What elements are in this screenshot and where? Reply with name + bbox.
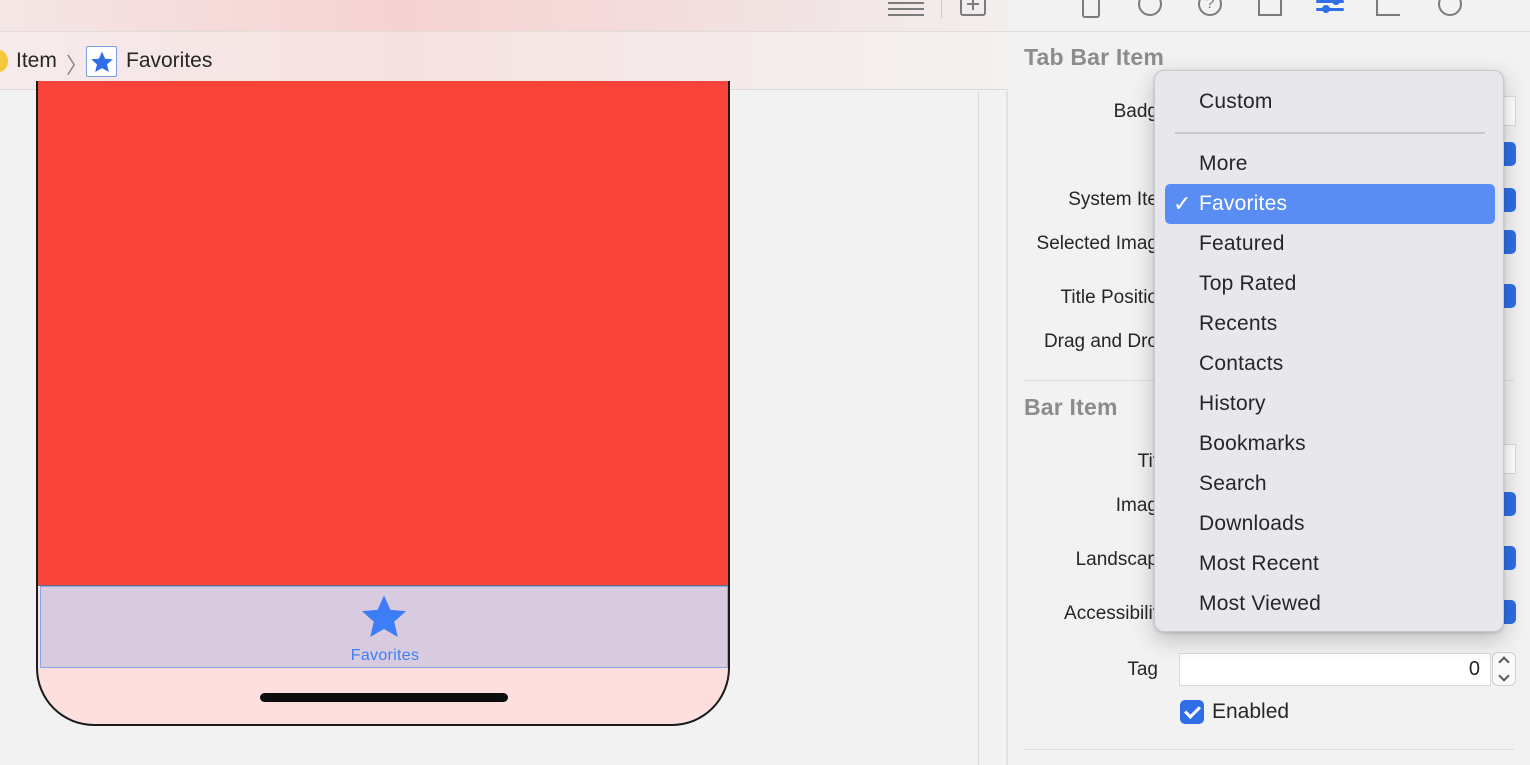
breadcrumb-chevron-icon: 〉	[66, 53, 89, 78]
breadcrumb-item[interactable]: Item	[16, 49, 57, 73]
breadcrumb-current[interactable]: Favorites	[126, 49, 212, 73]
menu-item-label: Favorites	[1199, 192, 1288, 215]
scene-icon	[0, 50, 8, 72]
selected-image-label: Selected Imag	[1036, 233, 1158, 254]
enabled-checkbox[interactable]	[1180, 700, 1204, 724]
menu-item-top-rated[interactable]: Top Rated	[1165, 264, 1495, 304]
toolbar-divider	[941, 0, 942, 18]
section-divider	[1024, 749, 1514, 750]
star-icon	[359, 593, 409, 641]
view-controller-view[interactable]	[38, 81, 728, 585]
tag-label: Tag	[1127, 659, 1158, 680]
menu-item-more[interactable]: More	[1165, 144, 1495, 184]
editor-toolbar	[0, 0, 1008, 32]
inspector-tabs: ?	[1008, 0, 1530, 32]
menu-item-most-viewed[interactable]: Most Viewed	[1165, 584, 1495, 624]
menu-separator	[1175, 132, 1485, 134]
image-label: Imag	[1115, 495, 1158, 516]
section-bar-item: Bar Item	[1024, 394, 1118, 420]
canvas-divider	[978, 91, 979, 765]
attributes-inspector-icon[interactable]	[1316, 0, 1344, 16]
menu-item-featured[interactable]: Featured	[1165, 224, 1495, 264]
menu-item-custom[interactable]: Custom	[1165, 82, 1495, 122]
system-item-label: System Ite	[1068, 189, 1158, 210]
menu-item-most-recent[interactable]: Most Recent	[1165, 544, 1495, 584]
menu-item-search[interactable]: Search	[1165, 464, 1495, 504]
landscape-label: Landscap	[1075, 549, 1158, 570]
system-item-menu[interactable]: Custom More ✓ Favorites Featured Top Rat…	[1154, 70, 1504, 632]
history-inspector-icon[interactable]	[1138, 0, 1162, 16]
section-tab-bar-item: Tab Bar Item	[1024, 44, 1165, 70]
menu-item-downloads[interactable]: Downloads	[1165, 504, 1495, 544]
menu-item-bookmarks[interactable]: Bookmarks	[1165, 424, 1495, 464]
tab-bar-item-label: Favorites	[350, 647, 420, 664]
accessibility-label: Accessibilit	[1064, 603, 1158, 624]
badge-label: Badg	[1113, 101, 1158, 122]
drag-and-drop-label: Drag and Dro	[1043, 331, 1158, 352]
quick-help-icon[interactable]: ?	[1198, 0, 1222, 16]
file-inspector-icon[interactable]	[1082, 0, 1100, 18]
star-icon	[86, 46, 117, 77]
home-indicator	[260, 693, 508, 702]
menu-item-favorites[interactable]: ✓ Favorites	[1165, 184, 1495, 224]
tab-bar[interactable]: Favorites	[40, 586, 728, 668]
tag-field[interactable]: 0	[1179, 653, 1491, 686]
interface-builder-canvas[interactable]: Favorites	[0, 81, 1008, 765]
menu-item-recents[interactable]: Recents	[1165, 304, 1495, 344]
tag-stepper[interactable]	[1492, 652, 1516, 686]
add-editor-icon[interactable]	[960, 0, 986, 16]
menu-item-history[interactable]: History	[1165, 384, 1495, 424]
identity-inspector-icon[interactable]	[1258, 0, 1282, 16]
editor-options-icon[interactable]	[888, 2, 924, 18]
enabled-label: Enabled	[1212, 700, 1290, 723]
device-frame: Favorites	[36, 81, 730, 726]
menu-item-contacts[interactable]: Contacts	[1165, 344, 1495, 384]
checkmark-icon: ✓	[1173, 191, 1192, 216]
title-position-label: Title Positio	[1060, 287, 1159, 308]
connections-inspector-icon[interactable]	[1438, 0, 1462, 16]
size-inspector-icon[interactable]	[1376, 0, 1400, 16]
